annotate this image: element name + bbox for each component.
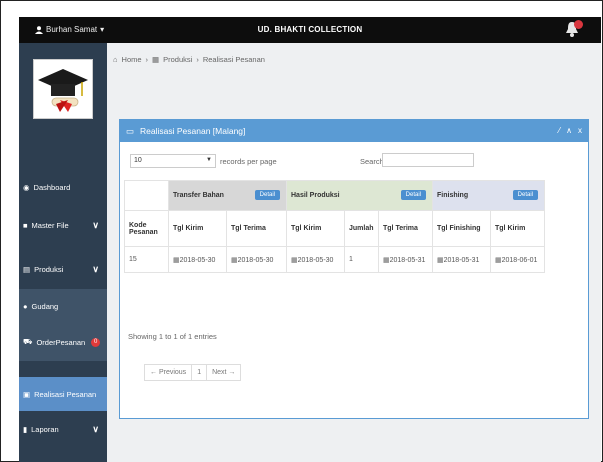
sidebar-item-produksi[interactable]: ▤ Produksi ∨: [19, 261, 107, 277]
calendar-icon: ▦: [173, 256, 180, 264]
cell-date: ▦2018-06-01: [490, 246, 545, 273]
profile-avatar: [33, 59, 93, 119]
group-label: Transfer Bahan: [173, 192, 224, 199]
sidebar-item-realisasi-pesanan[interactable]: ▣ Realisasi Pesanan: [19, 377, 107, 411]
calendar-icon: ▦: [291, 256, 298, 264]
breadcrumb-separator: ›: [145, 55, 149, 64]
sidebar-item-laporan[interactable]: ▮ Laporan ∨: [19, 421, 107, 437]
briefcase-icon: ▣: [23, 389, 31, 399]
book-icon: ▮: [23, 424, 28, 434]
table-row[interactable]: 15 ▦2018-05-30 ▦2018-05-30 ▦2018-05-30 1…: [124, 246, 545, 273]
col-kode-pesanan[interactable]: Kode Pesanan: [124, 210, 169, 247]
breadcrumb-current: Realisasi Pesanan: [202, 55, 265, 64]
calendar-icon: ▦: [495, 256, 502, 264]
sidebar-item-master-file[interactable]: ■ Master File ∨: [19, 217, 107, 233]
search-input[interactable]: [382, 153, 474, 167]
cart-icon: ⛟: [23, 337, 33, 346]
collapse-icon[interactable]: ∧: [566, 126, 572, 135]
group-blank: [124, 180, 169, 211]
close-icon[interactable]: x: [578, 126, 582, 135]
calendar-icon: ▦: [437, 256, 444, 264]
graduation-cap-logo: [38, 69, 88, 112]
realisasi-table: Transfer Bahan Detail Hasil Produksi Det…: [124, 180, 545, 273]
breadcrumb-produksi[interactable]: Produksi: [163, 55, 192, 64]
panel-title: Realisasi Pesanan [Malang]: [140, 126, 246, 136]
detail-button-transfer[interactable]: Detail: [254, 190, 280, 200]
group-header-row: Transfer Bahan Detail Hasil Produksi Det…: [124, 180, 545, 211]
group-hasil-produksi: Hasil Produksi Detail: [286, 180, 433, 211]
pagination-next[interactable]: Next →: [207, 365, 240, 380]
detail-button-hasil[interactable]: Detail: [400, 190, 426, 200]
caret-down-icon: ▼: [206, 157, 212, 163]
gudang-icon: ●: [23, 301, 28, 311]
dashboard-icon: ◉: [23, 182, 30, 192]
breadcrumb-home[interactable]: Home: [122, 55, 142, 64]
panel-icon: ▭: [126, 125, 135, 136]
cell-kode: 15: [124, 246, 169, 273]
sidebar-item-label: Master File: [31, 220, 69, 230]
app-title: UD. BHAKTI COLLECTION: [257, 25, 363, 34]
pagination-page-1[interactable]: 1: [192, 365, 208, 380]
sidebar-item-label: Gudang: [31, 301, 59, 311]
table-info: Showing 1 to 1 of 1 entries: [128, 332, 217, 341]
notification-button[interactable]: [565, 20, 583, 40]
group-finishing: Finishing Detail: [432, 180, 545, 211]
col-jumlah[interactable]: Jumlah: [344, 210, 379, 247]
records-per-page-select[interactable]: 10 ▼: [130, 154, 216, 168]
sidebar-item-gudang[interactable]: ● Gudang: [19, 289, 107, 323]
main-content: ⌂ Home › ▦ Produksi › Realisasi Pesanan …: [107, 43, 601, 462]
sidebar-item-dashboard[interactable]: ◉ Dashboard: [19, 179, 107, 195]
home-icon: ⌂: [113, 55, 118, 64]
realisasi-panel: ▭ Realisasi Pesanan [Malang] ⁄ ∧ x 10 ▼ …: [119, 119, 589, 419]
sidebar-item-label: Realisasi Pesanan: [34, 389, 97, 399]
group-label: Hasil Produksi: [291, 192, 340, 199]
chevron-down-icon: ∨: [92, 219, 99, 230]
chevron-down-icon: ∨: [92, 263, 99, 274]
cell-date: ▦2018-05-30: [286, 246, 345, 273]
screenshot-frame: Burhan Samat ▾ UD. BHAKTI COLLECTION ◉ D…: [0, 0, 603, 462]
grid-icon: ▦: [152, 55, 160, 64]
col-tgl-terima-hasil[interactable]: Tgl Terima: [378, 210, 433, 247]
calendar-icon: ▦: [231, 256, 238, 264]
wrench-icon[interactable]: ⁄: [559, 126, 560, 135]
top-navbar: Burhan Samat ▾ UD. BHAKTI COLLECTION: [19, 17, 601, 43]
sidebar-item-label: OrderPesanan: [36, 337, 86, 347]
col-tgl-kirim[interactable]: Tgl Kirim: [168, 210, 227, 247]
cell-date: ▦2018-05-31: [378, 246, 433, 273]
chevron-down-icon: ∨: [92, 423, 99, 434]
group-label: Finishing: [437, 192, 469, 199]
breadcrumb-separator: ›: [196, 55, 199, 64]
panel-header: ▭ Realisasi Pesanan [Malang] ⁄ ∧ x: [120, 120, 588, 142]
file-icon: ■: [23, 220, 28, 230]
pagination-previous[interactable]: ← Previous: [145, 365, 193, 380]
column-header-row: Kode Pesanan Tgl Kirim Tgl Terima Tgl Ki…: [124, 210, 545, 247]
calendar-icon: ▦: [383, 256, 390, 264]
col-tgl-finishing[interactable]: Tgl Finishing: [432, 210, 491, 247]
group-transfer-bahan: Transfer Bahan Detail: [168, 180, 287, 211]
cell-date: ▦2018-05-30: [226, 246, 287, 273]
cell-date: ▦2018-05-31: [432, 246, 491, 273]
sidebar-item-order-pesanan[interactable]: ⛟ OrderPesanan 0: [19, 323, 107, 361]
records-per-page-value: 10: [134, 157, 142, 164]
detail-button-finishing[interactable]: Detail: [512, 190, 538, 200]
cell-date: ▦2018-05-30: [168, 246, 227, 273]
sidebar: ◉ Dashboard ■ Master File ∨ ▤ Produksi ∨…: [19, 43, 107, 462]
cell-jumlah: 1: [344, 246, 379, 273]
list-icon: ▤: [23, 264, 31, 274]
col-tgl-terima[interactable]: Tgl Terima: [226, 210, 287, 247]
order-badge: 0: [91, 337, 101, 347]
col-tgl-kirim-finishing[interactable]: Tgl Kirim: [490, 210, 545, 247]
sidebar-item-label: Dashboard: [33, 182, 71, 192]
pagination: ← Previous 1 Next →: [144, 364, 242, 381]
sidebar-item-label: Laporan: [31, 424, 59, 434]
records-per-page-label: records per page: [220, 157, 277, 166]
panel-tools: ⁄ ∧ x: [559, 126, 582, 135]
breadcrumb: ⌂ Home › ▦ Produksi › Realisasi Pesanan: [113, 55, 265, 64]
col-tgl-kirim-hasil[interactable]: Tgl Kirim: [286, 210, 345, 247]
notification-badge: [574, 20, 583, 29]
sidebar-item-label: Produksi: [34, 264, 64, 274]
